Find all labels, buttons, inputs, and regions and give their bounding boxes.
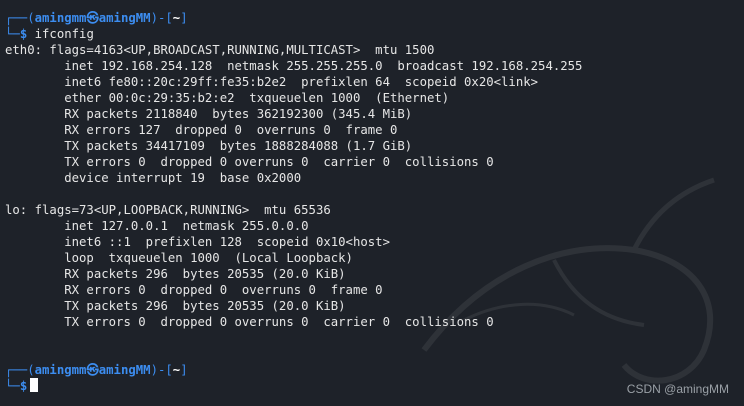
prompt-line-top: ┌──(amingmm㉿amingMM)-[~]: [5, 10, 739, 26]
eth0-line: ether 00:0c:29:35:b2:e2 txqueuelen 1000 …: [5, 91, 450, 105]
lo-line: RX packets 296 bytes 20535 (20.0 KiB): [5, 267, 346, 281]
prompt-close: ]: [180, 363, 188, 377]
prompt-box-bottom: └─: [5, 27, 20, 41]
eth0-line: device interrupt 19 base 0x2000: [5, 171, 302, 185]
eth0-header: eth0: flags=4163<UP,BROADCAST,RUNNING,MU…: [5, 43, 435, 57]
blank-lines: [5, 330, 739, 362]
text-cursor[interactable]: [30, 378, 39, 392]
eth0-line: RX errors 127 dropped 0 overruns 0 frame…: [5, 123, 398, 137]
prompt-separator: )-[: [150, 363, 173, 377]
prompt-close: ]: [180, 11, 188, 25]
lo-line: loop txqueuelen 1000 (Local Loopback): [5, 251, 353, 265]
terminal-window[interactable]: ┌──(amingmm㉿amingMM)-[~] └─$ ifconfig et…: [0, 0, 744, 406]
command-text: ifconfig: [34, 27, 94, 41]
command-line: └─$ ifconfig: [5, 26, 739, 42]
eth0-line: RX packets 2118840 bytes 362192300 (345.…: [5, 107, 413, 121]
prompt-separator: )-[: [150, 11, 173, 25]
prompt-user-host: amingmm㉿amingMM: [34, 363, 151, 377]
lo-line: inet6 ::1 prefixlen 128 scopeid 0x10<hos…: [5, 235, 390, 249]
eth0-line: TX packets 34417109 bytes 1888284088 (1.…: [5, 139, 413, 153]
eth0-line: inet 192.168.254.128 netmask 255.255.255…: [5, 59, 583, 73]
prompt-box-top: ┌──(: [5, 11, 35, 25]
lo-header: lo: flags=73<UP,LOOPBACK,RUNNING> mtu 65…: [5, 203, 331, 217]
eth0-line: inet6 fe80::20c:29ff:fe35:b2e2 prefixlen…: [5, 75, 539, 89]
lo-line: TX errors 0 dropped 0 overruns 0 carrier…: [5, 315, 494, 329]
prompt-symbol: $: [19, 379, 28, 393]
prompt-line-top-2: ┌──(amingmm㉿amingMM)-[~]: [5, 362, 739, 378]
lo-line: TX packets 296 bytes 20535 (20.0 KiB): [5, 299, 346, 313]
eth0-line: TX errors 0 dropped 0 overruns 0 carrier…: [5, 155, 494, 169]
prompt-user-host: amingmm㉿amingMM: [34, 11, 151, 25]
prompt-symbol: $: [19, 27, 28, 41]
prompt-box-bottom: └─: [5, 379, 20, 393]
lo-line: RX errors 0 dropped 0 overruns 0 frame 0: [5, 283, 383, 297]
prompt-box-top: ┌──(: [5, 363, 35, 377]
csdn-watermark: CSDN @amingMM: [626, 382, 729, 396]
terminal-output: ┌──(amingmm㉿amingMM)-[~] └─$ ifconfig et…: [5, 10, 739, 394]
lo-line: inet 127.0.0.1 netmask 255.0.0.0: [5, 219, 309, 233]
